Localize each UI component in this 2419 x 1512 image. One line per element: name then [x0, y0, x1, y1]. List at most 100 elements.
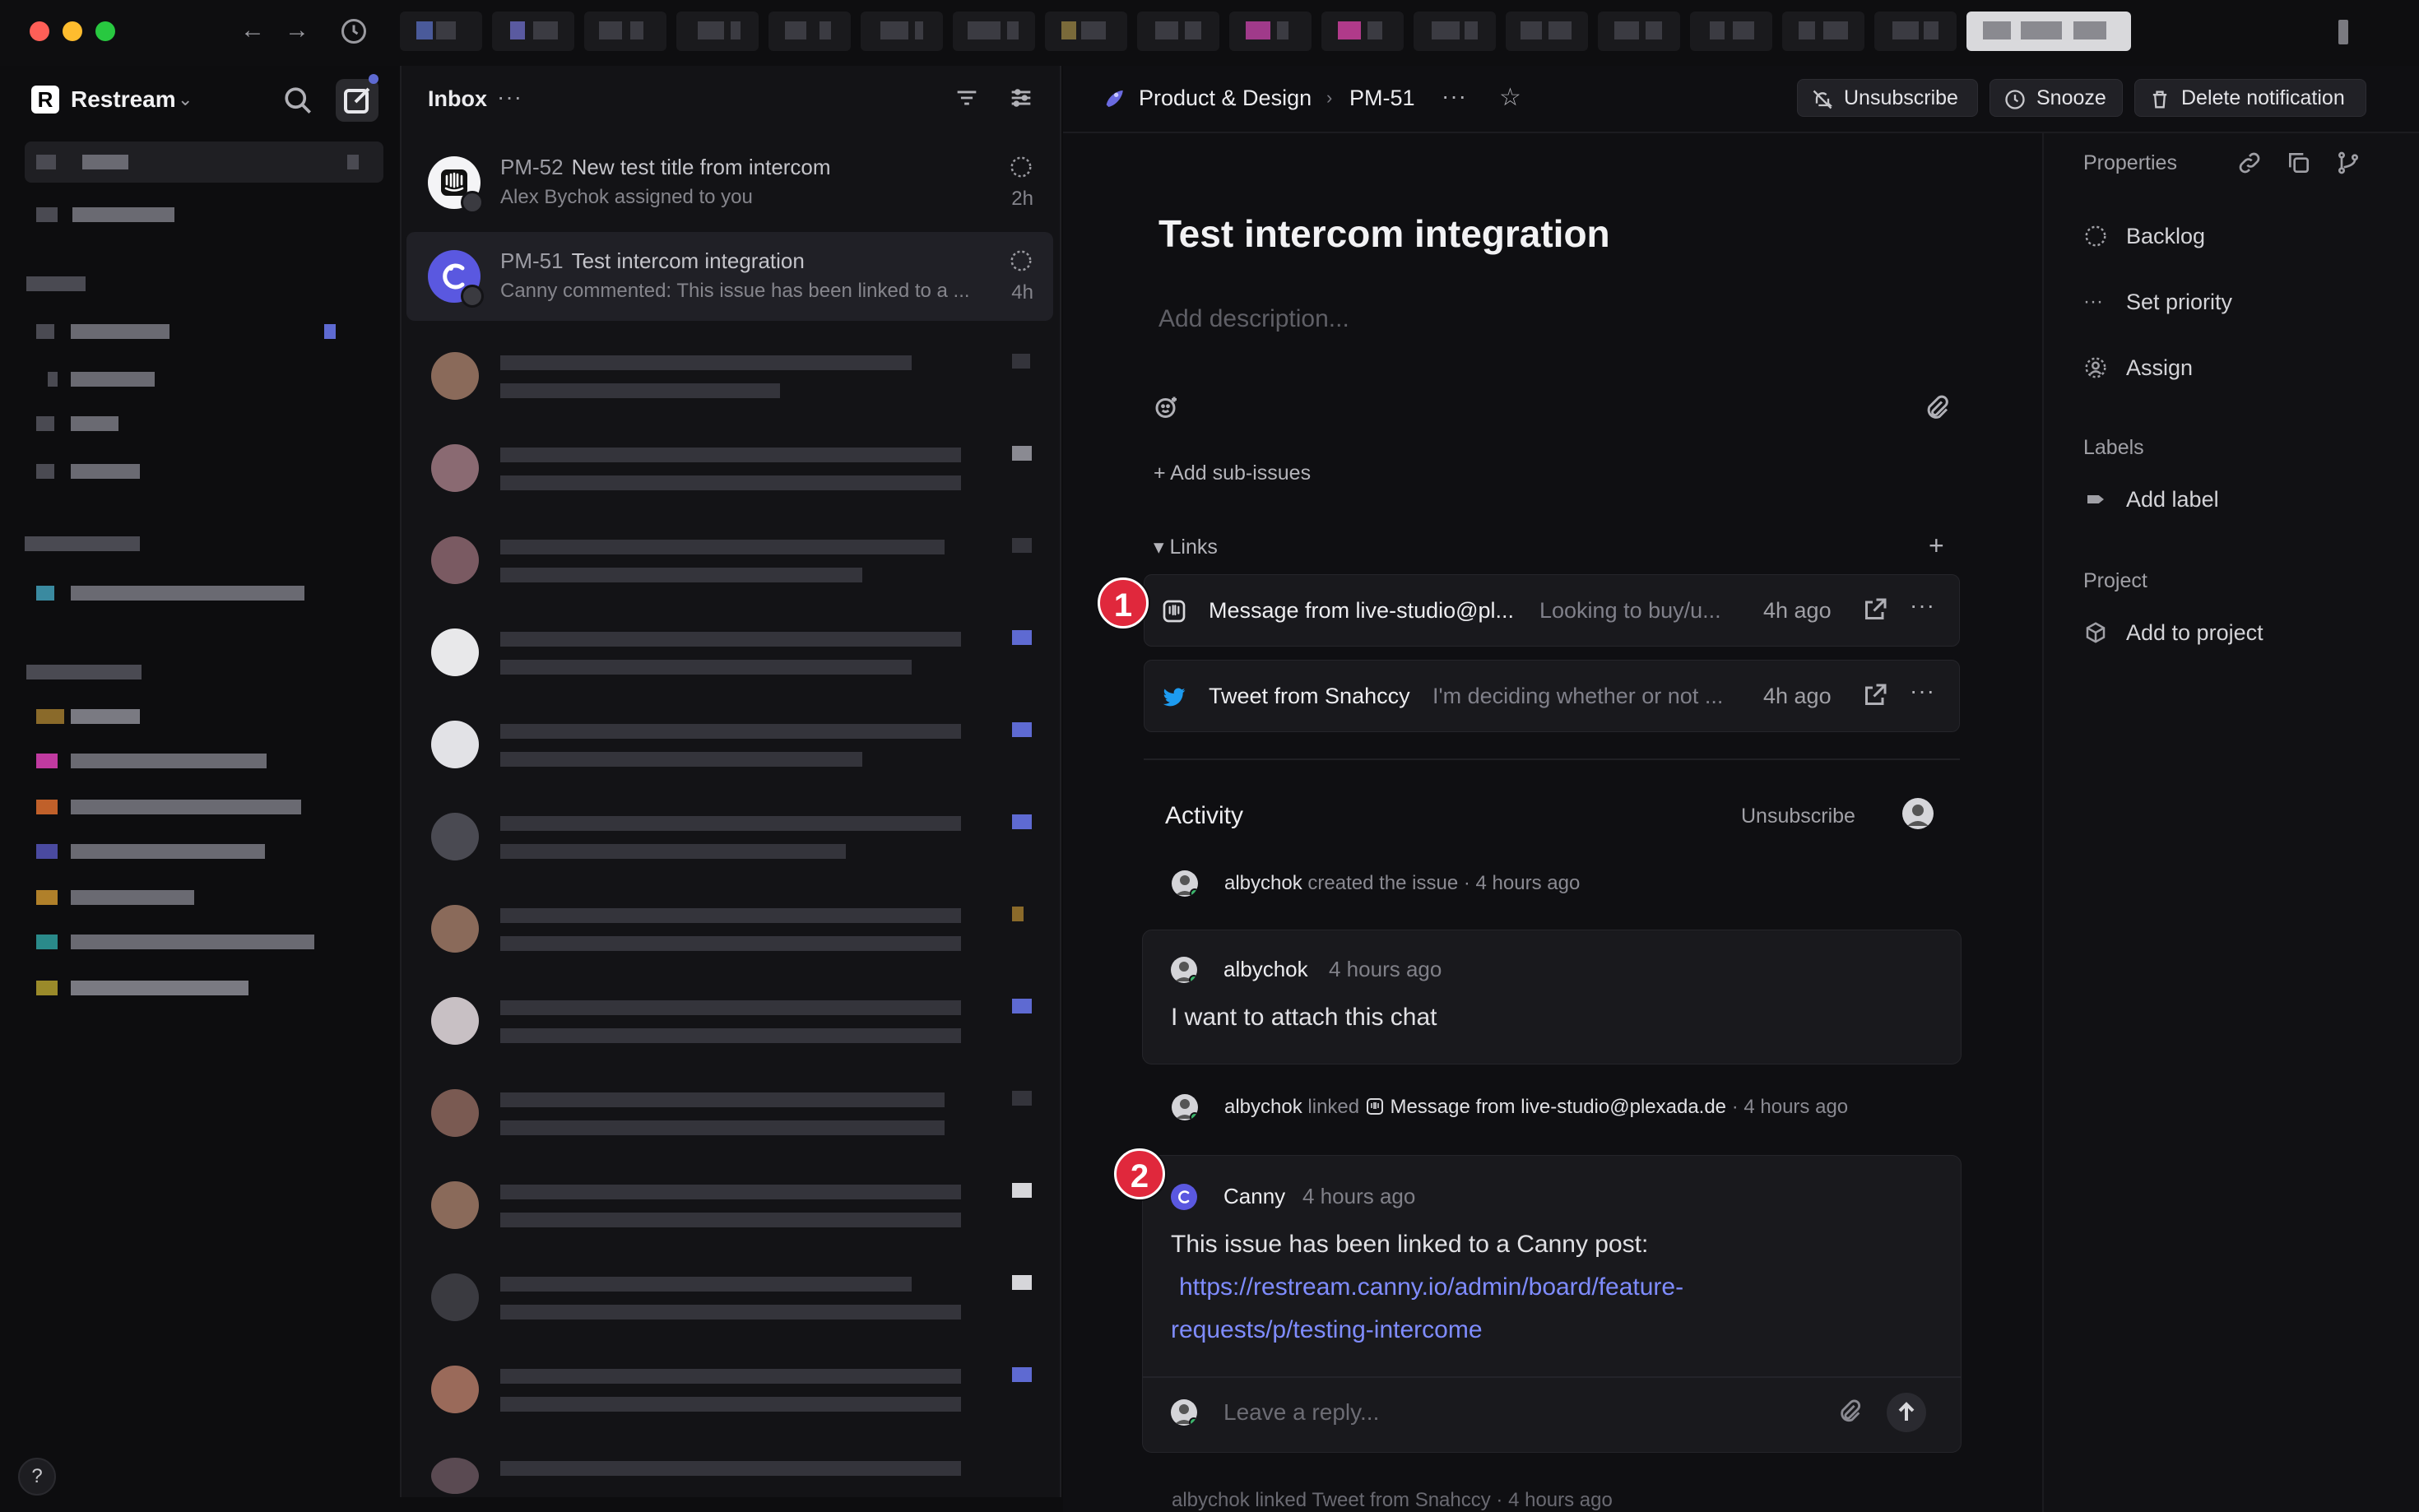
sidebar-item[interactable]: [25, 696, 383, 737]
blurred-inbox-item[interactable]: [406, 522, 1053, 604]
sidebar-item[interactable]: [25, 921, 383, 962]
sidebar-item[interactable]: [25, 831, 383, 872]
link-more-button[interactable]: ···: [1910, 590, 1935, 621]
snooze-button[interactable]: Snooze: [1990, 79, 2123, 117]
add-to-project-button[interactable]: Add to project: [2083, 617, 2263, 648]
subscriber-avatar[interactable]: [1902, 798, 1934, 829]
blurred-tab[interactable]: [1506, 12, 1588, 51]
sidebar-item[interactable]: [25, 403, 383, 444]
blurred-inbox-item[interactable]: [406, 1443, 1053, 1496]
open-external-icon[interactable]: [1860, 680, 1890, 710]
priority-property[interactable]: ··· Set priority: [2083, 286, 2232, 318]
inbox-item-selected[interactable]: PM-51 Test intercom integration Canny com…: [406, 232, 1053, 321]
issue-more-button[interactable]: ···: [1442, 81, 1467, 112]
link-more-button[interactable]: ···: [1910, 675, 1935, 707]
link-card-tweet[interactable]: Tweet from Snahccy I'm deciding whether …: [1144, 660, 1960, 732]
inbox-more-button[interactable]: ···: [497, 82, 522, 112]
workspace-logo[interactable]: R: [31, 86, 59, 114]
blurred-inbox-item[interactable]: [406, 1351, 1053, 1433]
canny-post-link[interactable]: requests/p/testing-intercome: [1171, 1309, 1483, 1352]
blurred-tab[interactable]: [953, 12, 1035, 51]
sidebar-item[interactable]: [25, 877, 383, 918]
activity-user[interactable]: albychok: [1224, 1096, 1302, 1118]
blurred-inbox-item[interactable]: [406, 1166, 1053, 1249]
comment-user[interactable]: albychok: [1223, 953, 1308, 985]
blurred-tab[interactable]: [492, 12, 574, 51]
display-options-icon[interactable]: [1007, 84, 1035, 112]
blurred-inbox-item[interactable]: [406, 706, 1053, 788]
sidebar-section-header[interactable]: [25, 652, 383, 693]
reply-input[interactable]: Leave a reply...: [1223, 1396, 1379, 1429]
blurred-inbox-item[interactable]: [406, 1074, 1053, 1157]
comment-user[interactable]: Canny: [1223, 1180, 1285, 1212]
blurred-tab[interactable]: [1414, 12, 1496, 51]
blurred-tab[interactable]: [676, 12, 759, 51]
blurred-inbox-item[interactable]: [406, 1259, 1053, 1341]
sidebar-item[interactable]: [25, 194, 383, 235]
sidebar-section-header[interactable]: [25, 263, 383, 304]
breadcrumb-team[interactable]: Product & Design: [1139, 82, 1312, 114]
link-card-intercom[interactable]: Message from live-studio@pl... Looking t…: [1144, 574, 1960, 647]
blurred-tab[interactable]: [584, 12, 666, 51]
paperclip-icon[interactable]: [1922, 393, 1952, 423]
blurred-inbox-item[interactable]: [406, 982, 1053, 1064]
blurred-tab[interactable]: [861, 12, 943, 51]
status-property[interactable]: Backlog: [2083, 220, 2205, 252]
back-arrow-icon[interactable]: ←: [239, 16, 267, 44]
add-link-button[interactable]: +: [1929, 530, 1944, 561]
help-button[interactable]: ?: [18, 1458, 56, 1496]
blurred-tab[interactable]: [1045, 12, 1127, 51]
blurred-tab[interactable]: [1874, 12, 1957, 51]
sidebar-item[interactable]: [25, 967, 383, 1009]
open-external-icon[interactable]: [1860, 595, 1890, 624]
sidebar-item[interactable]: [25, 359, 383, 400]
issue-description-input[interactable]: Add description...: [1158, 301, 1349, 337]
blurred-inbox-item[interactable]: [406, 890, 1053, 972]
sidebar-item[interactable]: [25, 740, 383, 782]
send-reply-button[interactable]: [1887, 1393, 1926, 1432]
git-branch-icon[interactable]: [2335, 150, 2361, 176]
canny-post-link[interactable]: https://restream.canny.io/admin/board/fe…: [1179, 1266, 1683, 1309]
chevron-down-icon[interactable]: ⌄: [178, 84, 193, 115]
activity-user[interactable]: albychok: [1224, 872, 1302, 894]
issue-title[interactable]: Test intercom integration: [1158, 207, 1610, 260]
sidebar-item[interactable]: [25, 451, 383, 492]
sidebar-item[interactable]: [25, 573, 383, 614]
blurred-tab[interactable]: [1690, 12, 1772, 51]
blurred-inbox-item[interactable]: [406, 429, 1053, 512]
blurred-tab-overflow[interactable]: [2338, 20, 2348, 44]
active-tab[interactable]: [1966, 12, 2131, 51]
maximize-window-button[interactable]: [95, 21, 115, 41]
blurred-tab[interactable]: [768, 12, 851, 51]
reply-attach-icon[interactable]: [1836, 1398, 1864, 1426]
activity-link-target[interactable]: Message from live-studio@plexada.de: [1390, 1096, 1726, 1118]
sidebar-item[interactable]: [25, 786, 383, 828]
links-section-toggle[interactable]: ▾ Links: [1154, 531, 1218, 563]
blurred-inbox-item[interactable]: [406, 337, 1053, 420]
filter-icon[interactable]: [953, 84, 981, 112]
breadcrumb-issue-id[interactable]: PM-51: [1349, 82, 1415, 114]
inbox-item[interactable]: PM-52 New test title from intercom Alex B…: [406, 138, 1053, 227]
copy-id-icon[interactable]: [2286, 150, 2312, 176]
unsubscribe-button[interactable]: Unsubscribe: [1797, 79, 1978, 117]
search-icon[interactable]: [280, 82, 316, 118]
forward-arrow-icon[interactable]: →: [283, 16, 311, 44]
blurred-tab[interactable]: [1321, 12, 1404, 51]
copy-link-icon[interactable]: [2236, 150, 2263, 176]
activity-unsubscribe-button[interactable]: Unsubscribe: [1741, 801, 1855, 831]
blurred-inbox-item[interactable]: [406, 798, 1053, 880]
sidebar-item-inbox[interactable]: [25, 141, 383, 183]
sidebar-section-header[interactable]: [25, 523, 383, 564]
blurred-tab[interactable]: [1229, 12, 1312, 51]
blurred-inbox-item[interactable]: [406, 614, 1053, 696]
blurred-tab[interactable]: [1782, 12, 1864, 51]
favorite-star-icon[interactable]: ☆: [1499, 82, 1521, 114]
blurred-tab[interactable]: [1598, 12, 1680, 51]
sidebar-item[interactable]: [25, 311, 383, 352]
minimize-window-button[interactable]: [63, 21, 82, 41]
add-sub-issues-button[interactable]: + Add sub-issues: [1154, 457, 1311, 489]
blurred-tab[interactable]: [400, 12, 482, 51]
add-reaction-icon[interactable]: [1152, 393, 1182, 423]
workspace-name[interactable]: Restream: [71, 84, 176, 115]
blurred-tab[interactable]: [1137, 12, 1219, 51]
